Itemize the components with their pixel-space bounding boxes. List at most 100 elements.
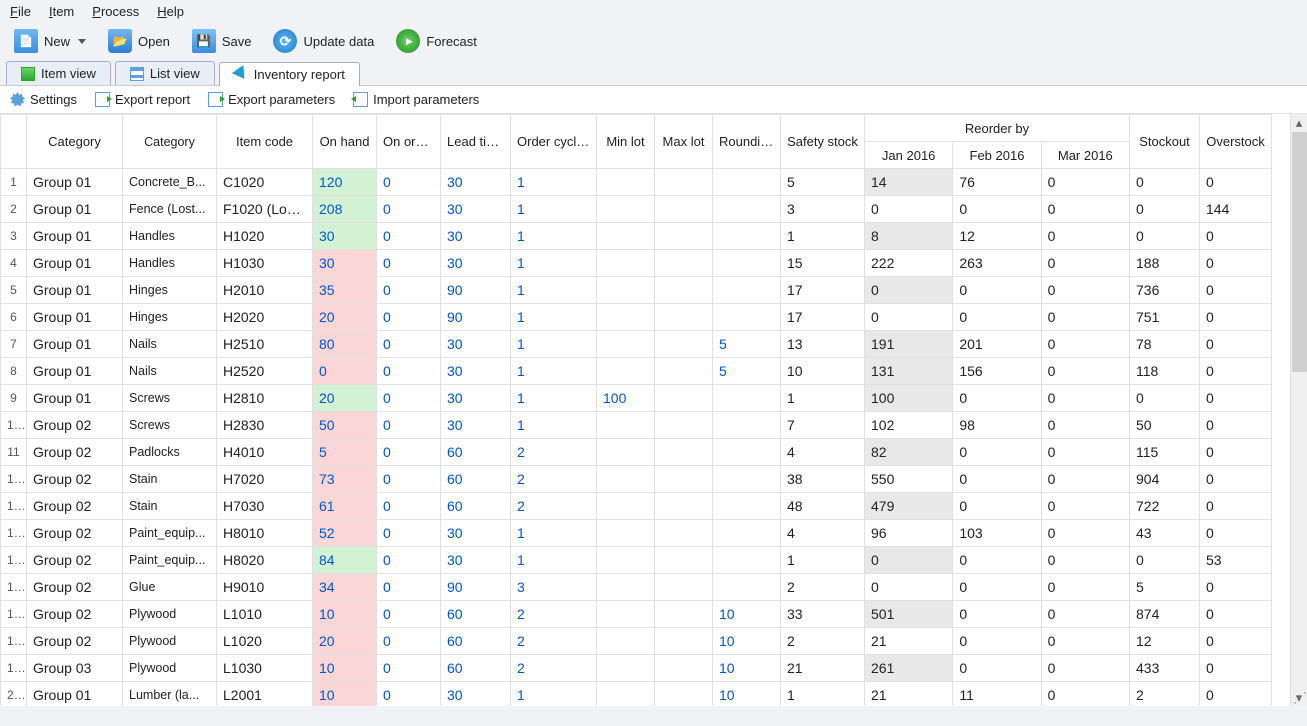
cell[interactable]: 0	[377, 466, 441, 493]
cell[interactable]: 3	[511, 574, 597, 601]
cell[interactable]	[597, 358, 655, 385]
cell[interactable]: Stain	[123, 493, 217, 520]
cell[interactable]: 7	[781, 412, 865, 439]
cell[interactable]: 11	[1, 439, 27, 466]
cell[interactable]: 52	[313, 520, 377, 547]
cell[interactable]: 50	[313, 412, 377, 439]
cell[interactable]: 18	[1, 628, 27, 655]
cell[interactable]: 12	[953, 223, 1041, 250]
cell[interactable]: Lumber (la...	[123, 682, 217, 707]
cell[interactable]: Group 01	[27, 169, 123, 196]
cell[interactable]: 3	[781, 196, 865, 223]
cell[interactable]	[655, 574, 713, 601]
cell[interactable]: 80	[313, 331, 377, 358]
cell[interactable]	[655, 520, 713, 547]
cell[interactable]: F1020 (Lost...	[217, 196, 313, 223]
cell[interactable]: 0	[377, 601, 441, 628]
cell[interactable]: 0	[377, 628, 441, 655]
cell[interactable]: 60	[441, 466, 511, 493]
cell[interactable]: 0	[313, 358, 377, 385]
cell[interactable]	[597, 628, 655, 655]
cell[interactable]: Group 02	[27, 547, 123, 574]
cell[interactable]	[655, 601, 713, 628]
cell[interactable]: 751	[1130, 304, 1200, 331]
cell[interactable]: 5	[713, 331, 781, 358]
menu-file[interactable]: File	[10, 4, 31, 19]
cell[interactable]: 0	[1041, 358, 1129, 385]
header-category2[interactable]: Category	[123, 115, 217, 169]
cell[interactable]	[713, 439, 781, 466]
cell[interactable]: 722	[1130, 493, 1200, 520]
cell[interactable]: 34	[313, 574, 377, 601]
cell[interactable]	[655, 466, 713, 493]
cell[interactable]: 103	[953, 520, 1041, 547]
forecast-button[interactable]: Forecast	[392, 27, 481, 55]
cell[interactable]: Group 01	[27, 682, 123, 707]
table-row[interactable]: 14Group 02Paint_equip...H801052030149610…	[1, 520, 1272, 547]
cell[interactable]: 144	[1200, 196, 1272, 223]
cell[interactable]: 50	[1130, 412, 1200, 439]
cell[interactable]: 0	[953, 493, 1041, 520]
cell[interactable]: L1020	[217, 628, 313, 655]
cell[interactable]	[713, 250, 781, 277]
cell[interactable]: 6	[1, 304, 27, 331]
cell[interactable]	[597, 169, 655, 196]
header-category[interactable]: Category	[27, 115, 123, 169]
cell[interactable]: Concrete_B...	[123, 169, 217, 196]
cell[interactable]: 4	[781, 439, 865, 466]
cell[interactable]: 53	[1200, 547, 1272, 574]
import-parameters-button[interactable]: Import parameters	[353, 92, 479, 107]
cell[interactable]: 5	[1130, 574, 1200, 601]
cell[interactable]: H2010	[217, 277, 313, 304]
cell[interactable]: H2810	[217, 385, 313, 412]
cell[interactable]: 35	[313, 277, 377, 304]
cell[interactable]: 1	[511, 682, 597, 707]
cell[interactable]: 21	[865, 682, 953, 707]
cell[interactable]: 0	[1200, 520, 1272, 547]
cell[interactable]: 0	[1041, 520, 1129, 547]
cell[interactable]: 0	[1200, 358, 1272, 385]
cell[interactable]: 1	[511, 547, 597, 574]
cell[interactable]: 13	[1, 493, 27, 520]
cell[interactable]: 4	[781, 520, 865, 547]
table-row[interactable]: 6Group 01HingesH2020200901170007510	[1, 304, 1272, 331]
table-row[interactable]: 19Group 03PlywoodL1030100602102126100433…	[1, 655, 1272, 682]
cell[interactable]: 8	[1, 358, 27, 385]
cell[interactable]: 0	[1200, 304, 1272, 331]
cell[interactable]	[655, 169, 713, 196]
cell[interactable]: 19	[1, 655, 27, 682]
cell[interactable]: 736	[1130, 277, 1200, 304]
cell[interactable]: 550	[865, 466, 953, 493]
scrollbar-thumb[interactable]	[1292, 132, 1307, 372]
cell[interactable]: H9010	[217, 574, 313, 601]
cell[interactable]: Group 01	[27, 196, 123, 223]
cell[interactable]: 20	[313, 628, 377, 655]
cell[interactable]: 1	[511, 358, 597, 385]
cell[interactable]: 1	[511, 304, 597, 331]
cell[interactable]: Stain	[123, 466, 217, 493]
table-row[interactable]: 4Group 01HandlesH10303003011522226301880	[1, 250, 1272, 277]
cell[interactable]: 10	[781, 358, 865, 385]
cell[interactable]	[713, 493, 781, 520]
cell[interactable]: 0	[377, 682, 441, 707]
save-button[interactable]: 💾 Save	[188, 27, 256, 55]
cell[interactable]: 4	[1, 250, 27, 277]
resize-grip-icon[interactable]: ⋰	[1291, 690, 1307, 706]
cell[interactable]: 0	[953, 628, 1041, 655]
cell[interactable]: 0	[377, 547, 441, 574]
cell[interactable]	[655, 439, 713, 466]
cell[interactable]: 1	[511, 169, 597, 196]
cell[interactable]: 0	[953, 574, 1041, 601]
cell[interactable]	[713, 169, 781, 196]
new-button[interactable]: 📄 New	[10, 27, 90, 55]
cell[interactable]: 14	[1, 520, 27, 547]
header-on-order[interactable]: On order	[377, 115, 441, 169]
cell[interactable]: 90	[441, 574, 511, 601]
cell[interactable]: 0	[1200, 493, 1272, 520]
export-report-button[interactable]: Export report	[95, 92, 190, 107]
cell[interactable]: 33	[781, 601, 865, 628]
cell[interactable]: 30	[441, 682, 511, 707]
cell[interactable]: 61	[313, 493, 377, 520]
cell[interactable]: H7020	[217, 466, 313, 493]
cell[interactable]: 30	[441, 169, 511, 196]
